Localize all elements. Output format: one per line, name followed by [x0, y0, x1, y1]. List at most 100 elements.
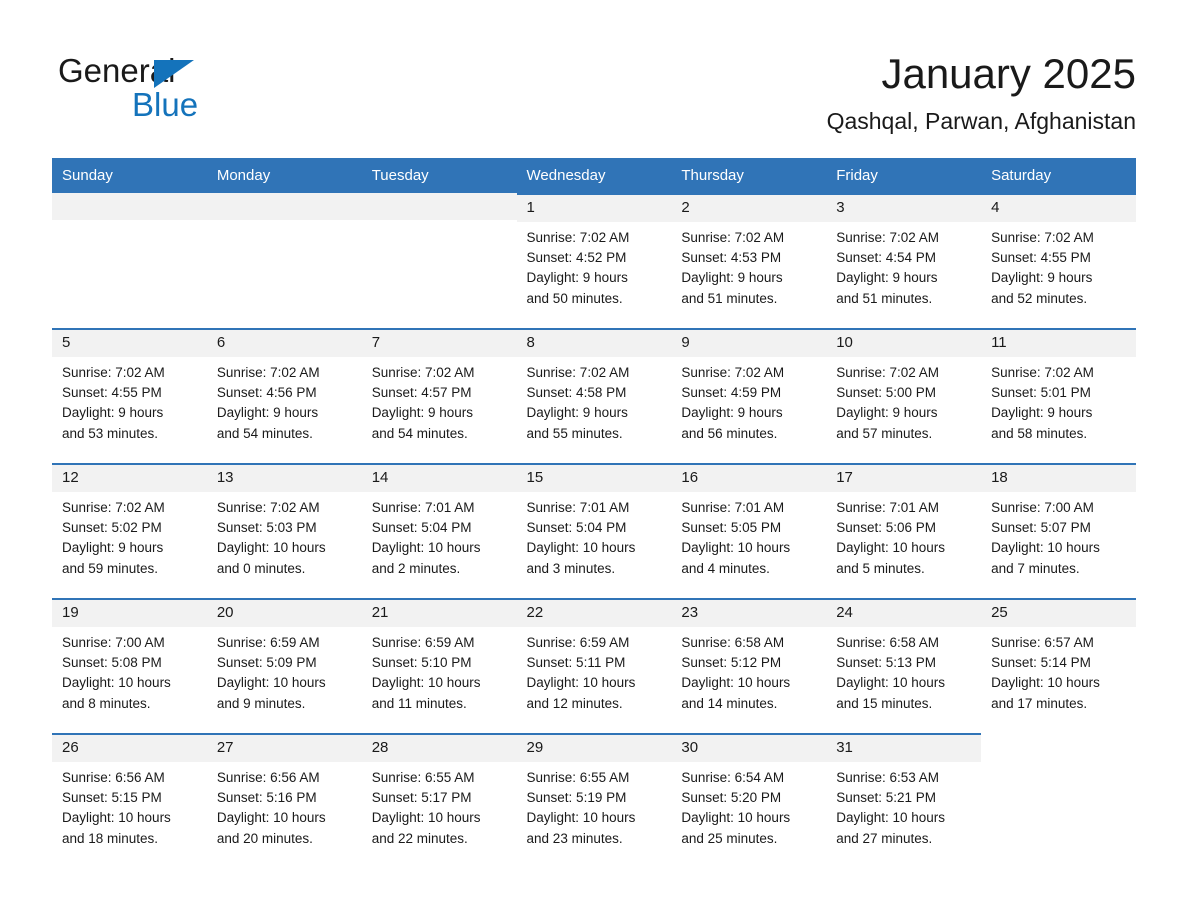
sunset-text: Sunset: 5:20 PM: [681, 790, 782, 806]
day-cell[interactable]: 23 Sunrise: 6:58 AM Sunset: 5:12 PM Dayligh…: [671, 598, 827, 733]
day-number-band: 21: [361, 600, 517, 627]
day-number: 4: [991, 199, 1000, 216]
day-cell[interactable]: 27 Sunrise: 6:56 AM Sunset: 5:16 PM Dayligh…: [206, 733, 362, 868]
calendar-cell: 7 Sunrise: 7:02 AM Sunset: 4:57 PM Daylight…: [361, 328, 517, 463]
day-number: 24: [836, 604, 853, 621]
day-cell[interactable]: 25 Sunrise: 6:57 AM Sunset: 5:14 PM Dayligh…: [981, 598, 1136, 733]
sunset-text: Sunset: 5:07 PM: [991, 520, 1091, 536]
weekday-header-sunday: Sunday: [52, 158, 207, 193]
day-cell[interactable]: 11 Sunrise: 7:02 AM Sunset: 5:01 PM Dayligh…: [981, 328, 1136, 463]
day-cell[interactable]: 8 Sunrise: 7:02 AM Sunset: 4:58 PM Daylight…: [516, 328, 672, 463]
day-number-band: 5: [52, 330, 207, 357]
calendar-cell: 12 Sunrise: 7:02 AM Sunset: 5:02 PM Dayligh…: [52, 463, 207, 598]
day-cell[interactable]: 21 Sunrise: 6:59 AM Sunset: 5:10 PM Dayligh…: [361, 598, 517, 733]
daylight-text-line1: Daylight: 10 hours: [371, 540, 481, 556]
day-cell[interactable]: 28 Sunrise: 6:55 AM Sunset: 5:17 PM Dayligh…: [361, 733, 517, 868]
day-cell[interactable]: 19 Sunrise: 7:00 AM Sunset: 5:08 PM Dayligh…: [52, 598, 207, 733]
day-cell[interactable]: 14 Sunrise: 7:01 AM Sunset: 5:04 PM Dayligh…: [361, 463, 517, 598]
day-number-band: 30: [671, 735, 827, 762]
day-number-band: 24: [826, 600, 982, 627]
day-number: 17: [836, 469, 853, 486]
brand-triangle-icon: [154, 60, 194, 88]
empty-day-cell: [52, 193, 207, 328]
general-blue-logo[interactable]: General Blue: [58, 52, 358, 132]
day-cell[interactable]: 9 Sunrise: 7:02 AM Sunset: 4:59 PM Daylight…: [671, 328, 827, 463]
day-number-band: 20: [206, 600, 362, 627]
day-number: 26: [62, 739, 79, 756]
day-details: Sunrise: 6:59 AM Sunset: 5:10 PM Daylight:…: [362, 627, 517, 714]
day-number-band: 13: [206, 465, 362, 492]
sunrise-text: Sunrise: 6:54 AM: [681, 770, 785, 785]
empty-day-cell: [361, 193, 517, 328]
day-number-band: 29: [516, 735, 672, 762]
day-cell[interactable]: 1 Sunrise: 7:02 AM Sunset: 4:52 PM Daylight…: [516, 193, 672, 328]
day-cell[interactable]: 31 Sunrise: 6:53 AM Sunset: 5:21 PM Dayligh…: [826, 733, 982, 868]
sunset-text: Sunset: 5:08 PM: [62, 655, 162, 671]
page-header: General Blue January 2025 Qashqal, Parwa…: [0, 0, 1188, 155]
daylight-text-line1: Daylight: 10 hours: [991, 540, 1100, 556]
daylight-text-line1: Daylight: 9 hours: [216, 405, 319, 421]
day-cell[interactable]: 26 Sunrise: 6:56 AM Sunset: 5:15 PM Dayligh…: [52, 733, 207, 868]
daylight-text-line2: and 51 minutes.: [681, 290, 778, 306]
sunrise-text: Sunrise: 7:02 AM: [62, 500, 165, 515]
sunset-text: Sunset: 4:55 PM: [62, 385, 162, 401]
calendar-week-row: 1 Sunrise: 7:02 AM Sunset: 4:52 PM Daylight…: [52, 193, 1136, 328]
day-cell[interactable]: 24 Sunrise: 6:58 AM Sunset: 5:13 PM Dayligh…: [826, 598, 982, 733]
day-cell[interactable]: 17 Sunrise: 7:01 AM Sunset: 5:06 PM Dayligh…: [826, 463, 982, 598]
day-cell[interactable]: 15 Sunrise: 7:01 AM Sunset: 5:04 PM Dayligh…: [516, 463, 672, 598]
day-number: 11: [991, 334, 1007, 351]
day-number: 20: [216, 604, 234, 621]
sunrise-text: Sunrise: 6:56 AM: [62, 770, 165, 785]
calendar-grid: Sunday Monday Tuesday Wednesday Thursday…: [52, 158, 1136, 868]
day-cell[interactable]: 20 Sunrise: 6:59 AM Sunset: 5:09 PM Dayligh…: [206, 598, 362, 733]
calendar-cell: 26 Sunrise: 6:56 AM Sunset: 5:15 PM Dayligh…: [52, 733, 207, 868]
daylight-text-line1: Daylight: 10 hours: [216, 810, 326, 826]
day-number: 9: [681, 334, 690, 351]
calendar-cell: 9 Sunrise: 7:02 AM Sunset: 4:59 PM Daylight…: [671, 328, 827, 463]
day-number-band: 19: [52, 600, 207, 627]
sunset-text: Sunset: 5:12 PM: [681, 655, 782, 671]
day-cell[interactable]: 16 Sunrise: 7:01 AM Sunset: 5:05 PM Dayligh…: [671, 463, 827, 598]
sunset-text: Sunset: 5:06 PM: [836, 520, 937, 536]
daylight-text-line1: Daylight: 10 hours: [991, 675, 1100, 691]
sunrise-text: Sunrise: 7:00 AM: [991, 500, 1094, 515]
day-cell[interactable]: 7 Sunrise: 7:02 AM Sunset: 4:57 PM Daylight…: [361, 328, 517, 463]
sunset-text: Sunset: 5:11 PM: [526, 655, 626, 671]
day-cell[interactable]: 2 Sunrise: 7:02 AM Sunset: 4:53 PM Daylight…: [671, 193, 827, 328]
daylight-text-line2: and 15 minutes.: [836, 695, 933, 711]
daylight-text-line2: and 54 minutes.: [371, 425, 468, 441]
sunrise-text: Sunrise: 6:58 AM: [681, 635, 785, 650]
day-details: Sunrise: 6:55 AM Sunset: 5:19 PM Daylight:…: [517, 762, 672, 849]
day-number: 2: [681, 199, 690, 216]
day-cell[interactable]: 4 Sunrise: 7:02 AM Sunset: 4:55 PM Daylight…: [981, 193, 1136, 328]
calendar-page: General Blue January 2025 Qashqal, Parwa…: [0, 0, 1188, 918]
day-cell[interactable]: 22 Sunrise: 6:59 AM Sunset: 5:11 PM Dayligh…: [516, 598, 672, 733]
location-subtitle: Qashqal, Parwan, Afghanistan: [826, 108, 1136, 134]
day-details: Sunrise: 7:02 AM Sunset: 5:02 PM Daylight:…: [52, 492, 207, 579]
day-cell[interactable]: 12 Sunrise: 7:02 AM Sunset: 5:02 PM Dayligh…: [52, 463, 207, 598]
day-details: Sunrise: 7:00 AM Sunset: 5:08 PM Daylight:…: [52, 627, 207, 714]
day-details: Sunrise: 7:01 AM Sunset: 5:06 PM Daylight:…: [826, 492, 981, 579]
day-cell[interactable]: 18 Sunrise: 7:00 AM Sunset: 5:07 PM Dayligh…: [981, 463, 1136, 598]
day-cell[interactable]: 6 Sunrise: 7:02 AM Sunset: 4:56 PM Daylight…: [206, 328, 362, 463]
day-details: Sunrise: 7:02 AM Sunset: 4:53 PM Daylight:…: [671, 222, 826, 309]
calendar-cell: 25 Sunrise: 6:57 AM Sunset: 5:14 PM Dayligh…: [981, 598, 1136, 733]
day-number-band: 28: [361, 735, 517, 762]
day-cell[interactable]: 10 Sunrise: 7:02 AM Sunset: 5:00 PM Dayligh…: [826, 328, 982, 463]
title-block: January 2025 Qashqal, Parwan, Afghanista…: [827, 48, 1136, 136]
day-number: 28: [371, 739, 389, 756]
day-cell[interactable]: 5 Sunrise: 7:02 AM Sunset: 4:55 PM Daylight…: [52, 328, 207, 463]
day-number: 31: [836, 739, 853, 756]
calendar-cell: 18 Sunrise: 7:00 AM Sunset: 5:07 PM Dayligh…: [981, 463, 1136, 598]
calendar-cell: 31 Sunrise: 6:53 AM Sunset: 5:21 PM Dayligh…: [826, 733, 982, 868]
day-details: Sunrise: 6:53 AM Sunset: 5:21 PM Daylight:…: [826, 762, 981, 849]
calendar-cell: 15 Sunrise: 7:01 AM Sunset: 5:04 PM Dayligh…: [516, 463, 672, 598]
sunset-text: Sunset: 5:17 PM: [371, 790, 472, 806]
day-cell[interactable]: 13 Sunrise: 7:02 AM Sunset: 5:03 PM Dayligh…: [206, 463, 362, 598]
day-cell[interactable]: 29 Sunrise: 6:55 AM Sunset: 5:19 PM Dayligh…: [516, 733, 672, 868]
sunset-text: Sunset: 5:15 PM: [62, 790, 162, 806]
daylight-text-line2: and 56 minutes.: [681, 425, 778, 441]
day-cell[interactable]: 3 Sunrise: 7:02 AM Sunset: 4:54 PM Daylight…: [826, 193, 982, 328]
day-cell[interactable]: 30 Sunrise: 6:54 AM Sunset: 5:20 PM Dayligh…: [671, 733, 827, 868]
sunset-text: Sunset: 5:02 PM: [62, 520, 162, 536]
